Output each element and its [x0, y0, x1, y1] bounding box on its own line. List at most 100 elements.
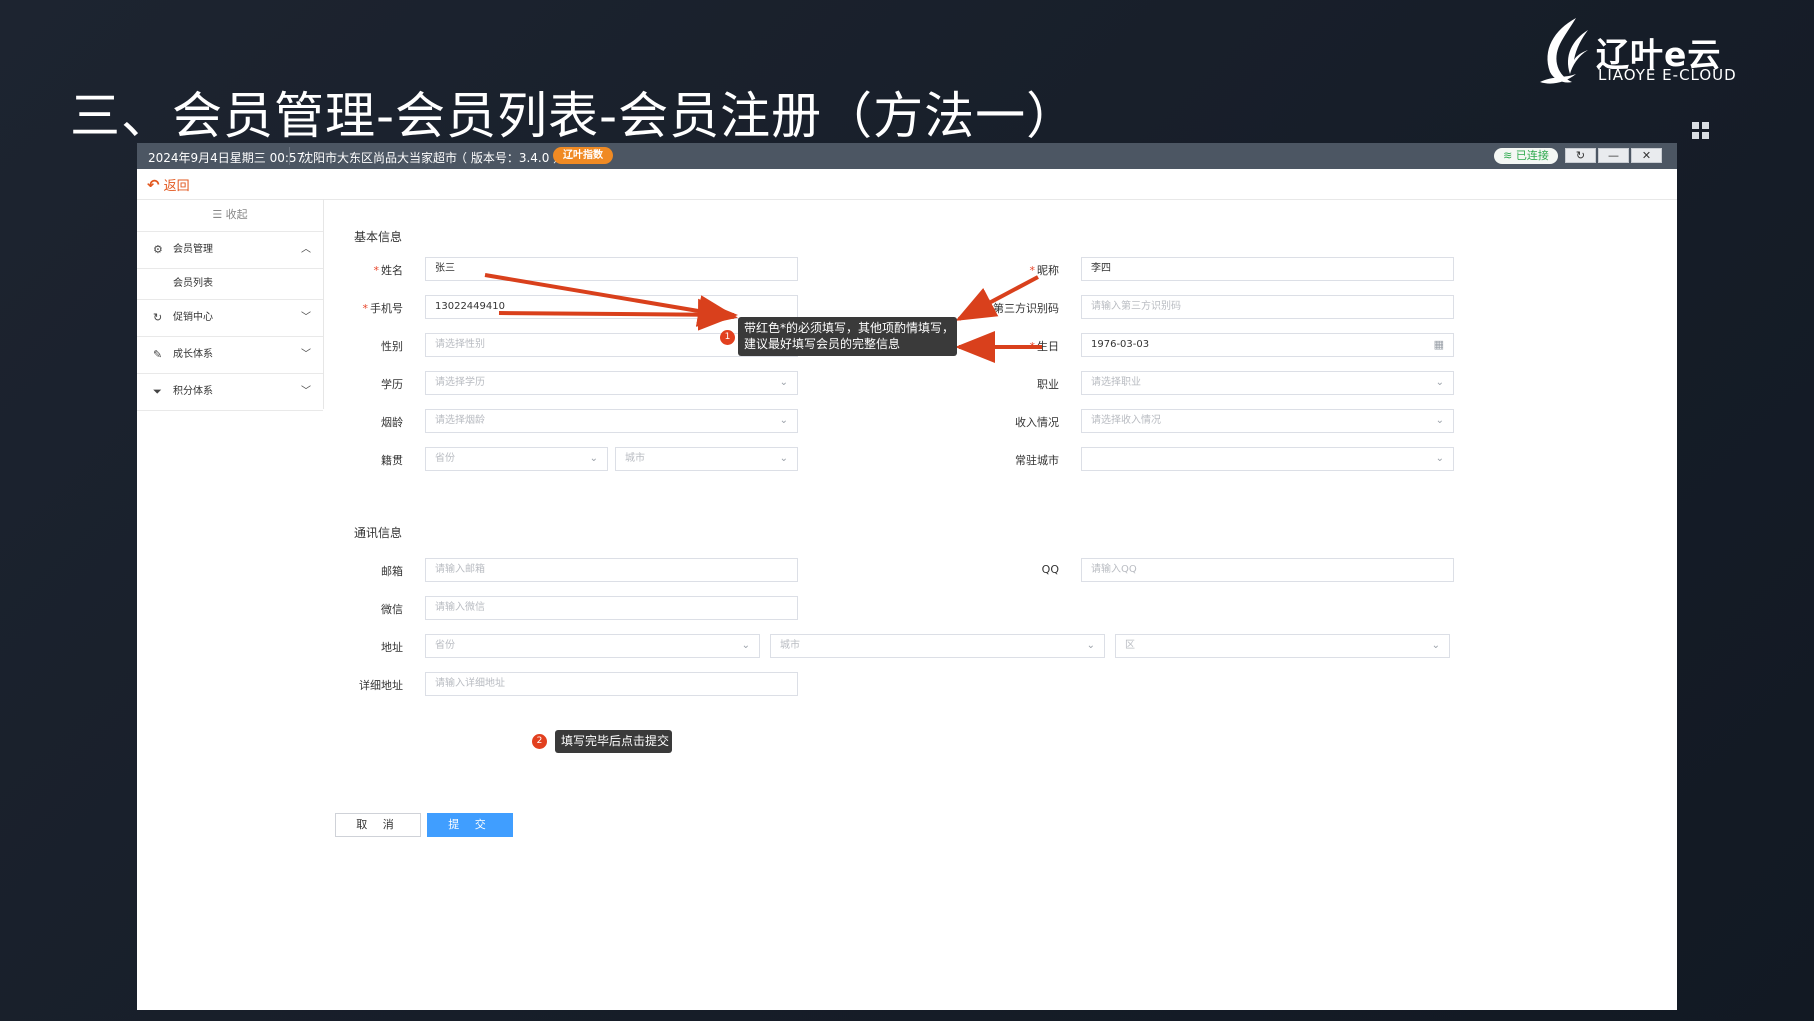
phone-input[interactable]: 13022449410 [425, 295, 798, 319]
occupation-select[interactable]: 请选择职业 ⌄ [1081, 371, 1454, 395]
annotation-number-1: 1 [720, 330, 735, 345]
label-occupation: 职业 [1037, 378, 1059, 391]
label-third-id: 第三方识别码 [993, 302, 1059, 315]
annotation-note-2: 填写完毕后点击提交 [555, 730, 672, 753]
back-button[interactable]: ↶ 返回 [147, 175, 190, 194]
required-mark: * [373, 264, 380, 277]
origin-province-select[interactable]: 省份 ⌄ [425, 447, 608, 471]
label-text: 手机号 [370, 302, 403, 315]
chevron-down-icon: ⌄ [779, 453, 788, 464]
collapse-label: 收起 [225, 208, 248, 221]
email-input[interactable]: 请输入邮箱 [425, 558, 798, 582]
address-city-select[interactable]: 城市 ⌄ [770, 634, 1105, 658]
section-title-basic: 基本信息 [354, 230, 403, 244]
refresh-button[interactable]: ↻ [1565, 148, 1596, 163]
sidebar-item-member-management[interactable]: ⚙ 会员管理 ︿ [137, 232, 323, 269]
refresh-icon: ↻ [153, 311, 163, 324]
leaf-logo-icon [1540, 18, 1588, 84]
label-text: 昵称 [1037, 264, 1059, 277]
label-address-detail: 详细地址 [359, 679, 403, 692]
version-text: （ 版本号：3.4.0 ） [455, 151, 566, 165]
chevron-down-icon: ⌄ [589, 453, 598, 464]
select-placeholder: 区 [1125, 640, 1135, 651]
label-email: 邮箱 [381, 565, 403, 578]
member-form: 基本信息 * 姓名 张三 * 昵称 李四 * 手机号 13022449410 第三方识… [323, 199, 1677, 1010]
sidebar-item-growth[interactable]: ✎ 成长体系 ﹀ [137, 337, 323, 374]
wifi-icon: ≋ [1503, 149, 1516, 162]
minimize-button[interactable]: — [1598, 148, 1629, 163]
brand-logo: 辽叶e云 LIAOYE E-CLOUD [1536, 12, 1736, 88]
qq-input[interactable]: 请输入QQ [1081, 558, 1454, 582]
back-label: 返回 [163, 179, 190, 194]
filter-icon: ⏷ [153, 385, 162, 398]
datetime-text: 2024年9月4日星期三 00:57 [148, 151, 305, 165]
select-placeholder: 城市 [780, 640, 800, 651]
sidebar-subitem-label: 会员列表 [173, 278, 213, 289]
label-text: 姓名 [381, 264, 403, 277]
chevron-down-icon: ﹀ [301, 312, 311, 323]
name-input[interactable]: 张三 [425, 257, 798, 281]
chevron-down-icon: ⌄ [1435, 377, 1444, 388]
chevron-up-icon: ︿ [301, 244, 311, 255]
sidebar-item-points[interactable]: ⏷ 积分体系 ﹀ [137, 374, 323, 411]
sidebar-item-label: 积分体系 [173, 386, 213, 397]
close-icon: ✕ [1641, 149, 1652, 162]
collapse-icon: ☰ [212, 208, 226, 221]
birthday-picker[interactable]: 1976-03-03 ▦ [1081, 333, 1454, 357]
address-province-select[interactable]: 省份 ⌄ [425, 634, 760, 658]
annotation-note-1-line2: 建议最好填写会员的完整信息 [744, 337, 901, 351]
annotation-number-2: 2 [532, 734, 547, 749]
label-qq: QQ [1041, 563, 1059, 576]
select-placeholder: 城市 [625, 453, 645, 464]
cancel-button[interactable]: 取 消 [335, 813, 421, 837]
address-detail-input[interactable]: 请输入详细地址 [425, 672, 798, 696]
label-smoking: 烟龄 [381, 416, 403, 429]
education-select[interactable]: 请选择学历 ⌄ [425, 371, 798, 395]
brand-index-badge[interactable]: 辽叶指数 [553, 147, 613, 164]
brand-badge-label: 辽叶指数 [563, 150, 603, 161]
third-id-input[interactable]: 请输入第三方识别码 [1081, 295, 1454, 319]
sidebar-item-promotion[interactable]: ↻ 促销中心 ﹀ [137, 300, 323, 337]
sidebar-item-label: 促销中心 [173, 312, 213, 323]
smoking-select[interactable]: 请选择烟龄 ⌄ [425, 409, 798, 433]
label-education: 学历 [381, 378, 403, 391]
label-income: 收入情况 [1015, 416, 1059, 429]
chevron-down-icon: ⌄ [779, 377, 788, 388]
nickname-input[interactable]: 李四 [1081, 257, 1454, 281]
app-topbar: 2024年9月4日星期三 00:57 沈阳市大东区尚品大当家超市 （ 版本号：3… [137, 143, 1677, 169]
residence-select[interactable]: ⌄ [1081, 447, 1454, 471]
logo-text-en: LIAOYE E-CLOUD [1598, 66, 1737, 84]
label-gender: 性别 [381, 340, 403, 353]
required-mark: * [362, 302, 369, 315]
sidebar-subitem-member-list[interactable]: 会员列表 [137, 269, 323, 300]
required-mark: * [1029, 264, 1036, 277]
income-select[interactable]: 请选择收入情况 ⌄ [1081, 409, 1454, 433]
select-placeholder: 省份 [435, 453, 455, 464]
section-title-contact: 通讯信息 [354, 526, 403, 540]
submit-button[interactable]: 提 交 [427, 813, 513, 837]
sidebar: ☰ 收起 ⚙ 会员管理 ︿ 会员列表 ↻ 促销中心 ﹀ ✎ 成长体系 ﹀ ⏷ 积… [137, 199, 324, 411]
address-district-select[interactable]: 区 ⌄ [1115, 634, 1450, 658]
sidebar-collapse-button[interactable]: ☰ 收起 [137, 199, 323, 232]
label-text: 生日 [1037, 340, 1059, 353]
label-name: * 姓名 [323, 262, 404, 278]
gear-icon: ⚙ [153, 243, 163, 256]
chevron-down-icon: ⌄ [1435, 415, 1444, 426]
label-origin: 籍贯 [381, 454, 403, 467]
connection-label: 已连接 [1515, 149, 1549, 162]
origin-city-select[interactable]: 城市 ⌄ [615, 447, 798, 471]
close-button[interactable]: ✕ [1631, 148, 1662, 163]
label-nickname: * 昵称 [979, 262, 1060, 278]
decorative-dots-icon [1692, 122, 1712, 142]
wechat-input[interactable]: 请输入微信 [425, 596, 798, 620]
chevron-down-icon: ﹀ [301, 349, 311, 360]
chevron-down-icon: ﹀ [301, 386, 311, 397]
date-value: 1976-03-03 [1091, 339, 1150, 350]
slide-title: 三、会员管理-会员列表-会员注册（方法一） [70, 87, 1078, 145]
chevron-down-icon: ⌄ [1431, 640, 1440, 651]
connection-status-badge: ≋ 已连接 [1494, 148, 1558, 164]
select-placeholder: 请选择学历 [435, 377, 485, 388]
select-placeholder: 请选择烟龄 [435, 415, 485, 426]
sidebar-item-label: 会员管理 [173, 244, 213, 255]
sidebar-item-label: 成长体系 [173, 349, 213, 360]
